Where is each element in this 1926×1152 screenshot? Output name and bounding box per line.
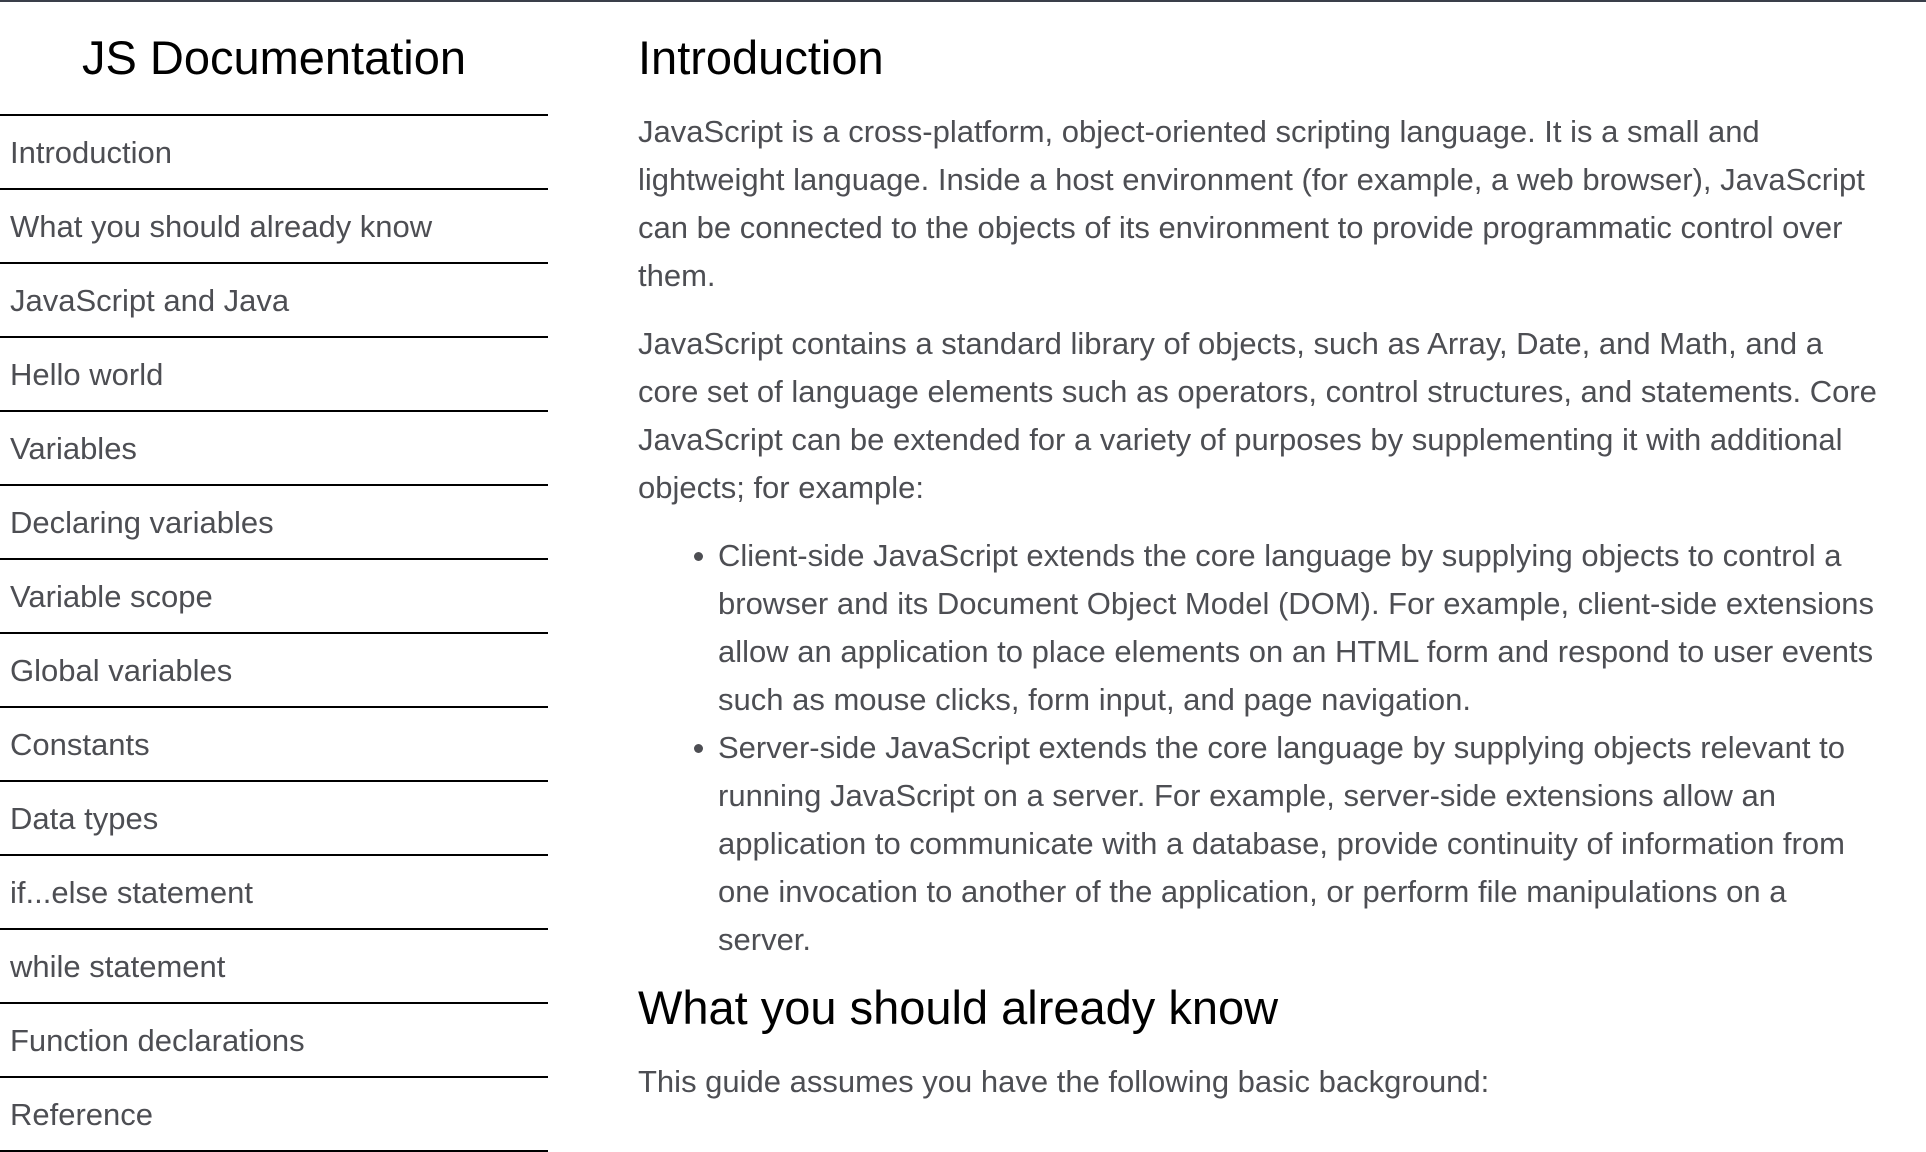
documentation-page: JS Documentation Introduction What you s… (0, 0, 1926, 1152)
nav-link-declaring-variables[interactable]: Declaring variables (0, 486, 548, 560)
nav-link-while-statement[interactable]: while statement (0, 930, 548, 1004)
list-item-text: Server-side JavaScript extends the core … (718, 730, 1845, 957)
nav-list-item: Declaring variables (0, 486, 548, 560)
nav-link-variables[interactable]: Variables (0, 412, 548, 486)
nav-link-what-you-should-already-know[interactable]: What you should already know (0, 190, 548, 264)
list-item: Client-side JavaScript extends the core … (694, 532, 1888, 724)
nav-link-javascript-and-java[interactable]: JavaScript and Java (0, 264, 548, 338)
section-introduction: Introduction JavaScript is a cross-platf… (638, 2, 1888, 964)
know-paragraph: This guide assumes you have the followin… (638, 1064, 1490, 1099)
list-item: Server-side JavaScript extends the core … (694, 724, 1888, 964)
section-what-you-should-already-know: What you should already know This guide … (638, 980, 1888, 1106)
nav-list-item: Function declarations (0, 1004, 548, 1078)
section-title-what-you-should-already-know: What you should already know (638, 981, 1279, 1034)
bullet-dot-icon (694, 744, 703, 753)
nav-link-data-types[interactable]: Data types (0, 782, 548, 856)
nav-list: Introduction What you should already kno… (0, 116, 548, 1152)
nav-list-item: Introduction (0, 116, 548, 190)
list-item-text: Client-side JavaScript extends the core … (718, 538, 1875, 717)
intro-paragraph: JavaScript contains a standard library o… (638, 326, 1877, 505)
nav-link-introduction[interactable]: Introduction (0, 116, 548, 190)
nav-link-constants[interactable]: Constants (0, 708, 548, 782)
sidebar-nav: JS Documentation Introduction What you s… (0, 2, 548, 1152)
sidebar-title: JS Documentation (0, 2, 548, 116)
nav-list-item: if...else statement (0, 856, 548, 930)
nav-list-item: Data types (0, 782, 548, 856)
nav-list-item: JavaScript and Java (0, 264, 548, 338)
nav-link-function-declarations[interactable]: Function declarations (0, 1004, 548, 1078)
nav-list-item: Global variables (0, 634, 548, 708)
bullet-dot-icon (694, 552, 703, 561)
nav-list-item: Variable scope (0, 560, 548, 634)
nav-link-reference[interactable]: Reference (0, 1078, 548, 1152)
nav-list-item: Hello world (0, 338, 548, 412)
nav-list-item: Constants (0, 708, 548, 782)
nav-link-global-variables[interactable]: Global variables (0, 634, 548, 708)
nav-link-hello-world[interactable]: Hello world (0, 338, 548, 412)
nav-link-if-else-statement[interactable]: if...else statement (0, 856, 548, 930)
nav-list-item: Reference (0, 1078, 548, 1152)
bullet-list: Client-side JavaScript extends the core … (638, 532, 1888, 964)
main-content: Introduction JavaScript is a cross-platf… (638, 2, 1888, 1152)
nav-link-variable-scope[interactable]: Variable scope (0, 560, 548, 634)
intro-paragraph: JavaScript is a cross-platform, object-o… (638, 114, 1865, 293)
nav-list-item: while statement (0, 930, 548, 1004)
nav-list-item: What you should already know (0, 190, 548, 264)
section-title-introduction: Introduction (638, 31, 884, 84)
nav-list-item: Variables (0, 412, 548, 486)
